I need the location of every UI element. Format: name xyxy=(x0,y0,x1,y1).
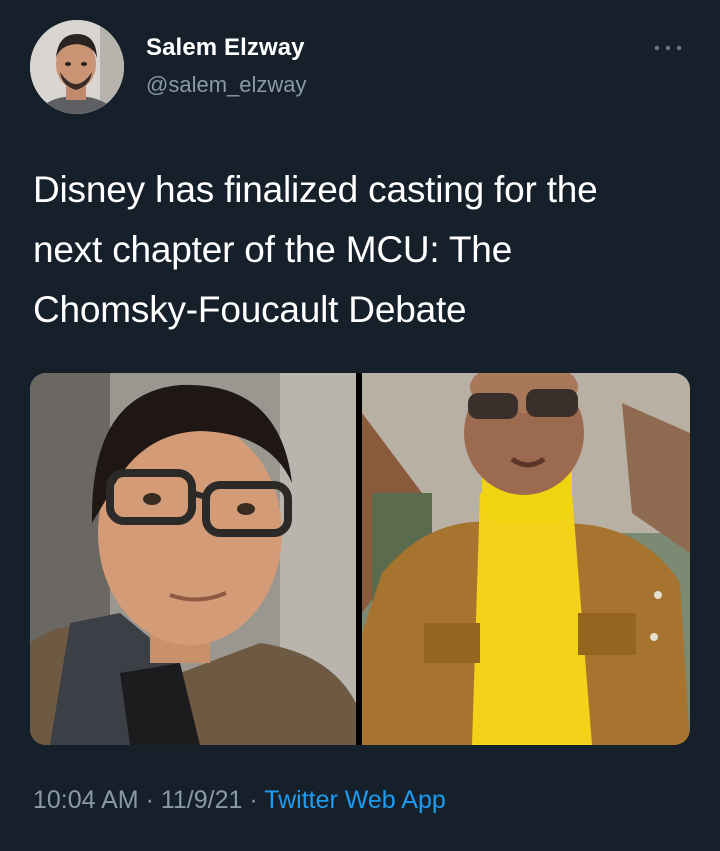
tweet-date[interactable]: 11/9/21 xyxy=(161,786,243,814)
avatar[interactable] xyxy=(30,20,124,114)
tweet-meta: 10:04 AM · 11/9/21 · Twitter Web App xyxy=(33,786,446,815)
tweet: Salem Elzway @salem_elzway Disney has fi… xyxy=(0,0,720,851)
more-icon xyxy=(654,45,682,51)
user-name[interactable]: Salem Elzway xyxy=(146,34,305,62)
tweet-source-link[interactable]: Twitter Web App xyxy=(264,786,446,814)
meta-separator: · xyxy=(138,786,161,814)
tweet-time[interactable]: 10:04 AM xyxy=(33,786,139,814)
meta-separator: · xyxy=(242,786,265,814)
user-handle[interactable]: @salem_elzway xyxy=(146,72,307,98)
tweet-text: Disney has finalized casting for the nex… xyxy=(33,169,598,330)
media-grid xyxy=(30,373,690,745)
more-options-button[interactable] xyxy=(648,38,688,58)
media-image-1[interactable] xyxy=(30,373,356,745)
media-image-2[interactable] xyxy=(362,373,690,745)
